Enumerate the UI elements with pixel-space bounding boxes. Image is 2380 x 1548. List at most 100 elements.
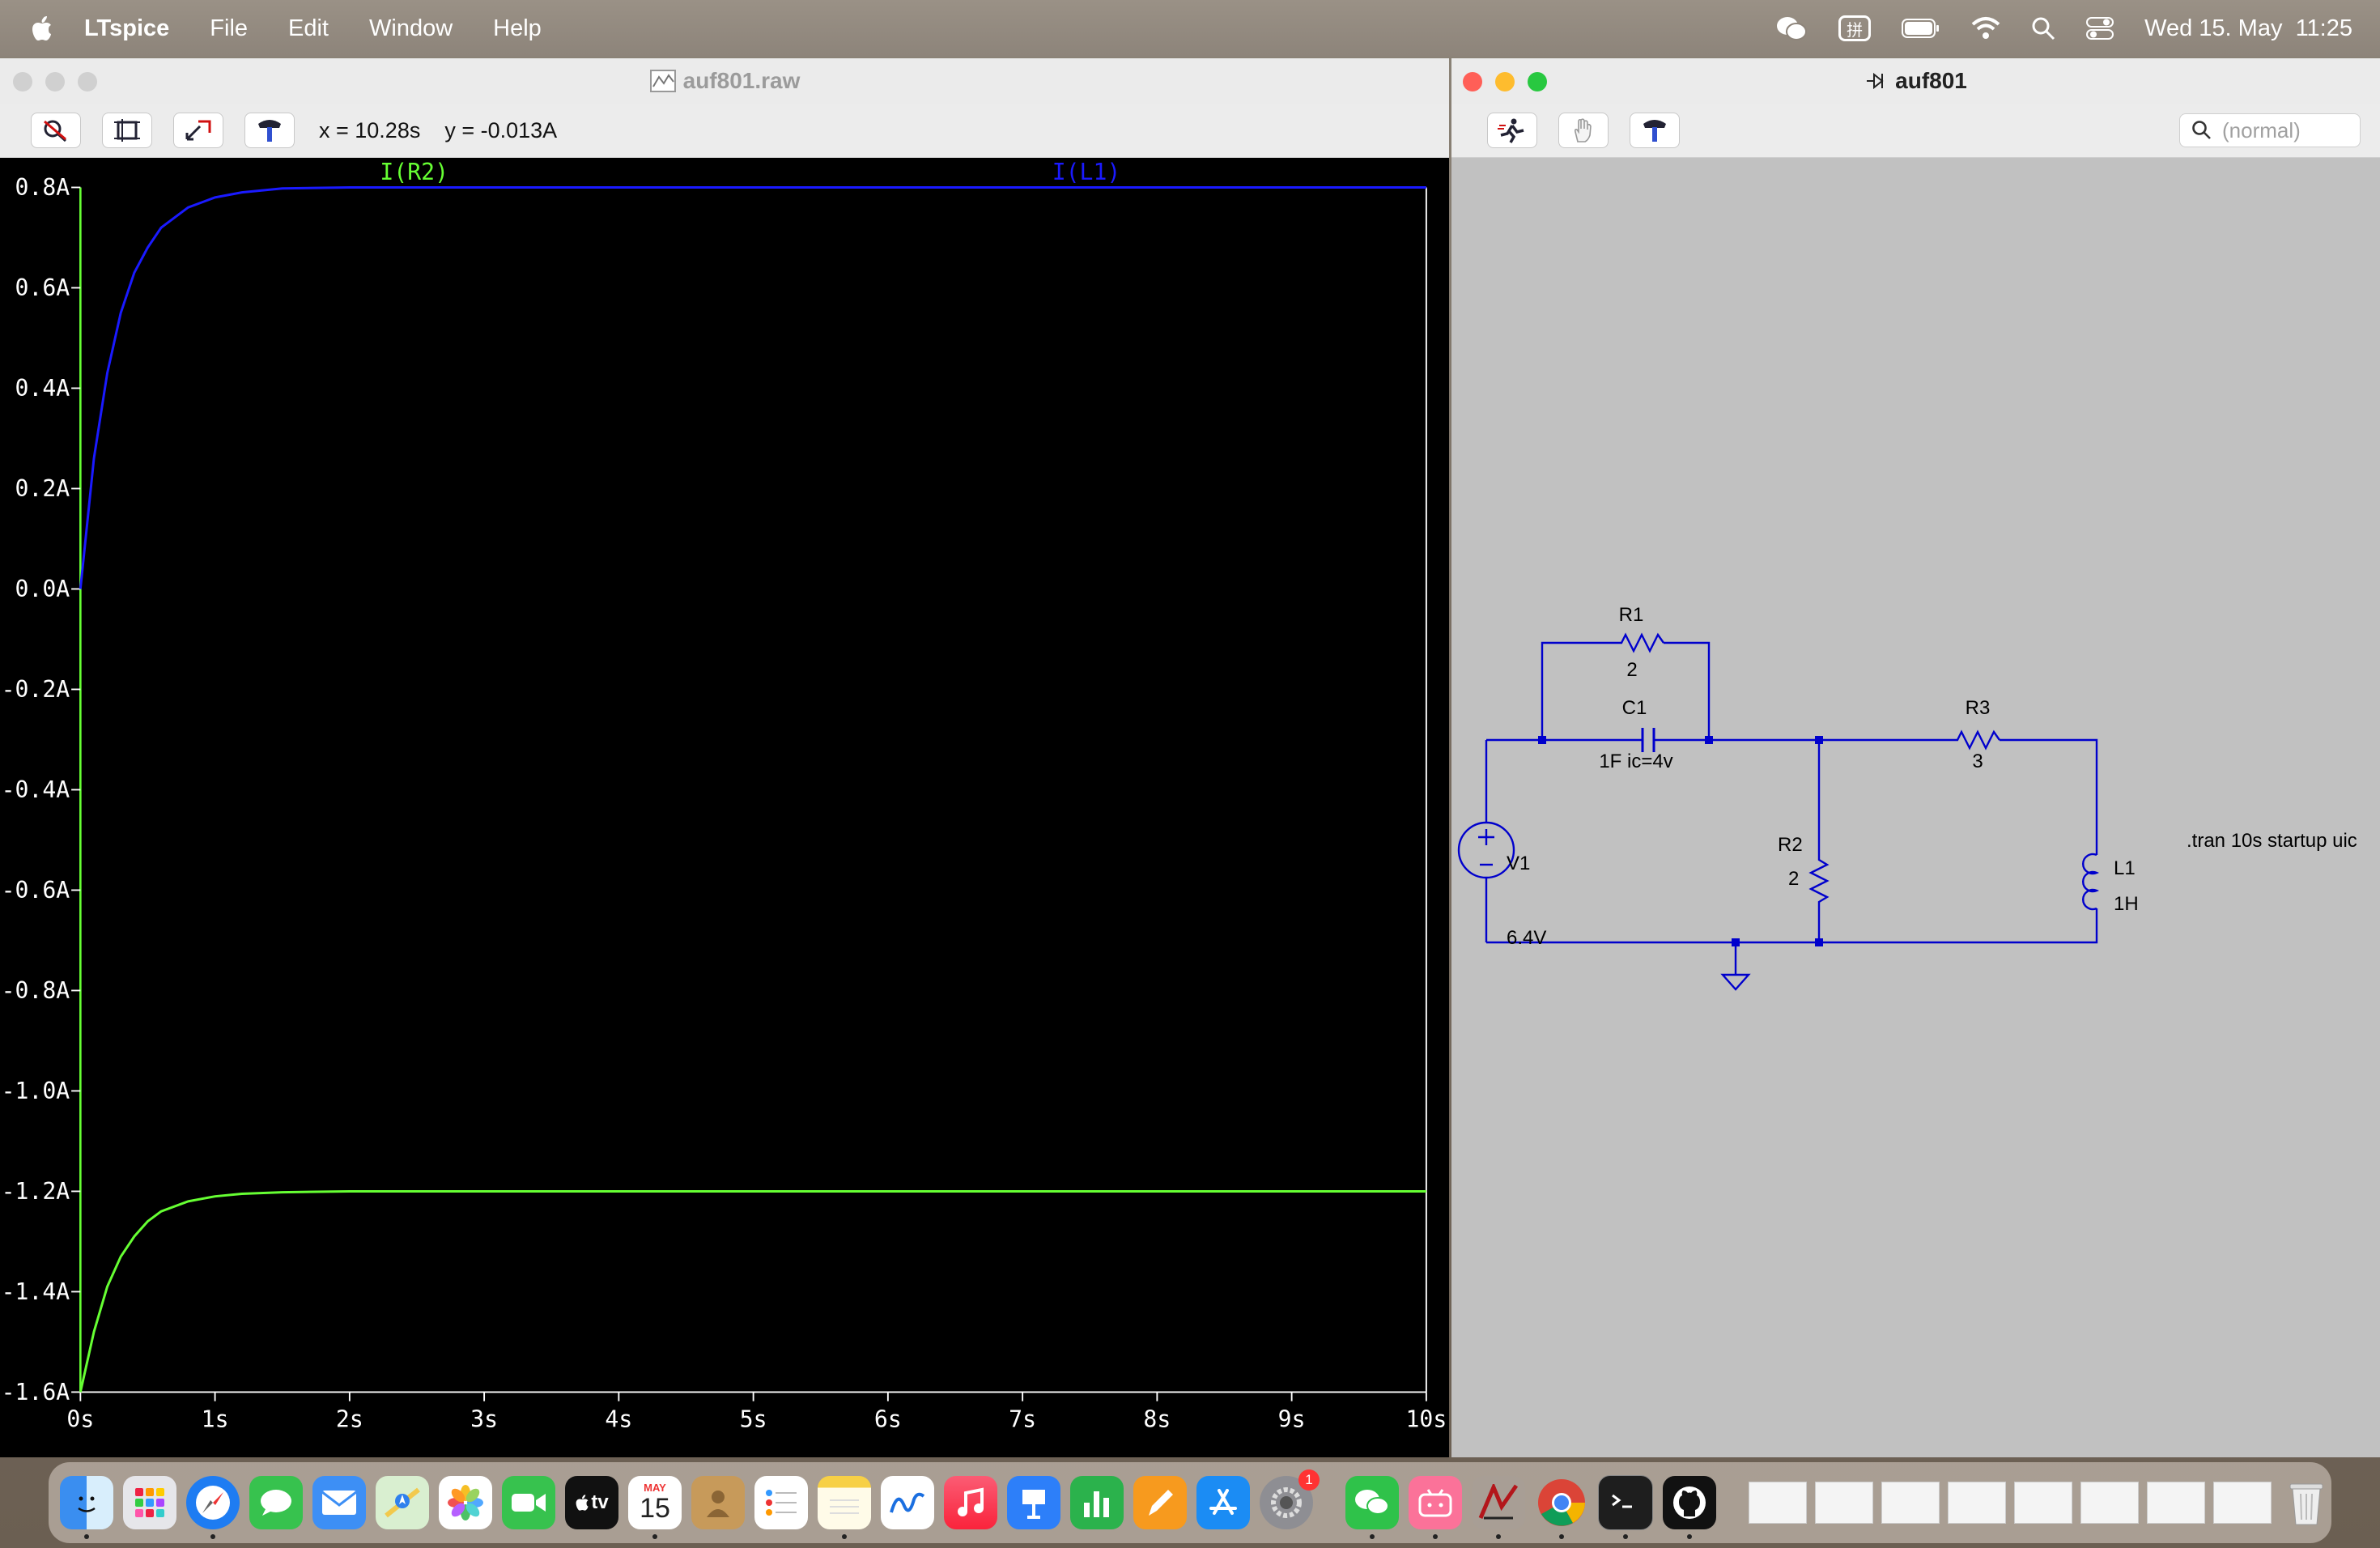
wifi-icon[interactable]	[1971, 16, 2000, 40]
schematic-canvas[interactable]: R1 2 C1 1F ic=4v R3 3 R2 2 L1 1H V1 6.4V…	[1451, 157, 2380, 1457]
zoom-back-button[interactable]	[173, 113, 223, 148]
r2-name[interactable]: R2	[1778, 834, 1803, 856]
r3-name[interactable]: R3	[1966, 697, 1991, 719]
dock-terminal[interactable]	[1598, 1475, 1653, 1539]
r3-value[interactable]: 3	[1972, 751, 1983, 772]
dock-contacts[interactable]	[691, 1476, 745, 1529]
control-center-icon[interactable]	[2086, 16, 2114, 40]
dock-github-desktop[interactable]	[1663, 1476, 1716, 1539]
dock-reminders[interactable]	[754, 1476, 808, 1529]
l1-value[interactable]: 1H	[2114, 893, 2139, 915]
v1-name[interactable]: V1	[1507, 853, 1530, 874]
x-tick-label: 9s	[1278, 1406, 1306, 1433]
resistor-r3[interactable]	[1952, 729, 2000, 751]
wire[interactable]	[1486, 908, 2098, 944]
pages-pen-icon	[1149, 1490, 1173, 1516]
battery-icon[interactable]	[1902, 18, 1940, 39]
dock-minimized-window[interactable]	[1815, 1482, 1873, 1524]
dock-minimized-window[interactable]	[2147, 1482, 2205, 1524]
dock-system-settings[interactable]: 1	[1260, 1469, 1320, 1529]
close-button[interactable]	[1463, 72, 1482, 91]
r1-value[interactable]: 2	[1626, 659, 1637, 681]
dock-facetime[interactable]	[502, 1476, 555, 1529]
dock-keynote[interactable]	[1007, 1476, 1060, 1529]
close-button[interactable]	[13, 72, 32, 91]
dock-minimized-window[interactable]	[1948, 1482, 2006, 1524]
schematic-file-icon	[1867, 72, 1884, 90]
dock-safari[interactable]	[186, 1476, 240, 1539]
menu-window[interactable]: Window	[369, 15, 453, 42]
c1-value[interactable]: 1F ic=4v	[1599, 751, 1672, 772]
dock-calendar[interactable]: MAY 15	[628, 1476, 682, 1539]
wechat-icon[interactable]	[1775, 15, 1808, 42]
dock-notes[interactable]	[818, 1476, 871, 1539]
keynote-icon	[1022, 1490, 1045, 1519]
menu-help[interactable]: Help	[493, 15, 542, 42]
dock-ltspice[interactable]	[1472, 1476, 1525, 1539]
wire[interactable]	[2000, 738, 2098, 855]
dock-music[interactable]	[944, 1476, 997, 1529]
input-method-icon[interactable]: 拼	[1838, 15, 1872, 41]
gear-icon	[1271, 1487, 1302, 1518]
mail-icon	[321, 1491, 357, 1515]
spotlight-icon[interactable]	[2031, 16, 2055, 40]
dock-mail[interactable]	[312, 1476, 366, 1529]
dock-messages[interactable]	[249, 1476, 303, 1529]
resistor-r1[interactable]	[1616, 632, 1664, 653]
run-simulation-button[interactable]	[1487, 113, 1537, 148]
spice-directive[interactable]: .tran 10s startup uic	[2187, 830, 2357, 852]
v1-value[interactable]: 6.4V	[1507, 927, 1546, 949]
y-tick-label: 0.8A	[15, 174, 70, 201]
search-field[interactable]: (normal)	[2179, 113, 2361, 147]
trash-icon	[2289, 1483, 2323, 1525]
dock-bilibili[interactable]	[1409, 1476, 1462, 1539]
dock-minimized-window[interactable]	[2014, 1482, 2072, 1524]
apple-tv-label: tv	[591, 1491, 609, 1513]
dock-photos[interactable]	[439, 1476, 492, 1529]
apple-logo-icon[interactable]	[31, 15, 55, 42]
probe-button[interactable]	[1630, 113, 1680, 148]
ground-icon[interactable]	[1720, 973, 1751, 991]
dock-wechat[interactable]	[1345, 1476, 1399, 1539]
wire[interactable]	[1664, 641, 1711, 740]
resistor-r2[interactable]	[1808, 855, 1830, 942]
dock-freeform[interactable]	[881, 1476, 934, 1529]
dock-launchpad[interactable]	[123, 1476, 176, 1529]
dock-chrome[interactable]	[1535, 1476, 1588, 1539]
zoom-button[interactable]	[78, 72, 97, 91]
dock-minimized-window[interactable]	[1881, 1482, 1940, 1524]
dock-minimized-window[interactable]	[2213, 1482, 2272, 1524]
autorange-button[interactable]	[31, 113, 81, 148]
r2-value[interactable]: 2	[1788, 868, 1799, 890]
wire[interactable]	[1541, 641, 1616, 740]
c1-name[interactable]: C1	[1622, 697, 1647, 719]
dock-pages[interactable]	[1133, 1476, 1187, 1529]
calendar-day: 15	[640, 1493, 670, 1524]
probe-button[interactable]	[244, 113, 295, 148]
app-menu-ltspice[interactable]: LTspice	[84, 15, 169, 42]
menu-clock[interactable]: Wed 15. May 11:25	[2144, 15, 2352, 42]
menu-file[interactable]: File	[210, 15, 248, 42]
waveform-chart[interactable]: 0.8A 0.6A 0.4A 0.2A 0.0A -0.2A -0.4A -0.6A -0.8A…	[0, 157, 1449, 1457]
zoom-extents-button[interactable]	[102, 113, 152, 148]
zoom-button[interactable]	[1528, 72, 1547, 91]
hand-pan-icon	[1574, 118, 1592, 142]
probe-hammer-icon	[258, 120, 281, 142]
dock-numbers[interactable]	[1070, 1476, 1124, 1529]
dock-minimized-window[interactable]	[2080, 1482, 2139, 1524]
dock-finder[interactable]	[60, 1476, 113, 1539]
l1-name[interactable]: L1	[2114, 857, 2136, 879]
dock-minimized-window[interactable]	[1749, 1482, 1807, 1524]
pan-button[interactable]	[1558, 113, 1609, 148]
minimize-button[interactable]	[1495, 72, 1515, 91]
menu-edit[interactable]: Edit	[288, 15, 329, 42]
waveform-plot-pane[interactable]: 0.8A 0.6A 0.4A 0.2A 0.0A -0.2A -0.4A -0.6A -0.8A…	[0, 157, 1449, 1457]
dock-maps[interactable]	[376, 1476, 429, 1529]
dock-trash[interactable]	[2280, 1476, 2333, 1529]
inductor-l1[interactable]	[2082, 853, 2100, 911]
dock-app-store[interactable]	[1196, 1476, 1250, 1529]
dock-apple-tv[interactable]: tv	[565, 1476, 618, 1529]
search-placeholder: (normal)	[2222, 117, 2301, 142]
r1-name[interactable]: R1	[1619, 604, 1644, 626]
minimize-button[interactable]	[45, 72, 65, 91]
